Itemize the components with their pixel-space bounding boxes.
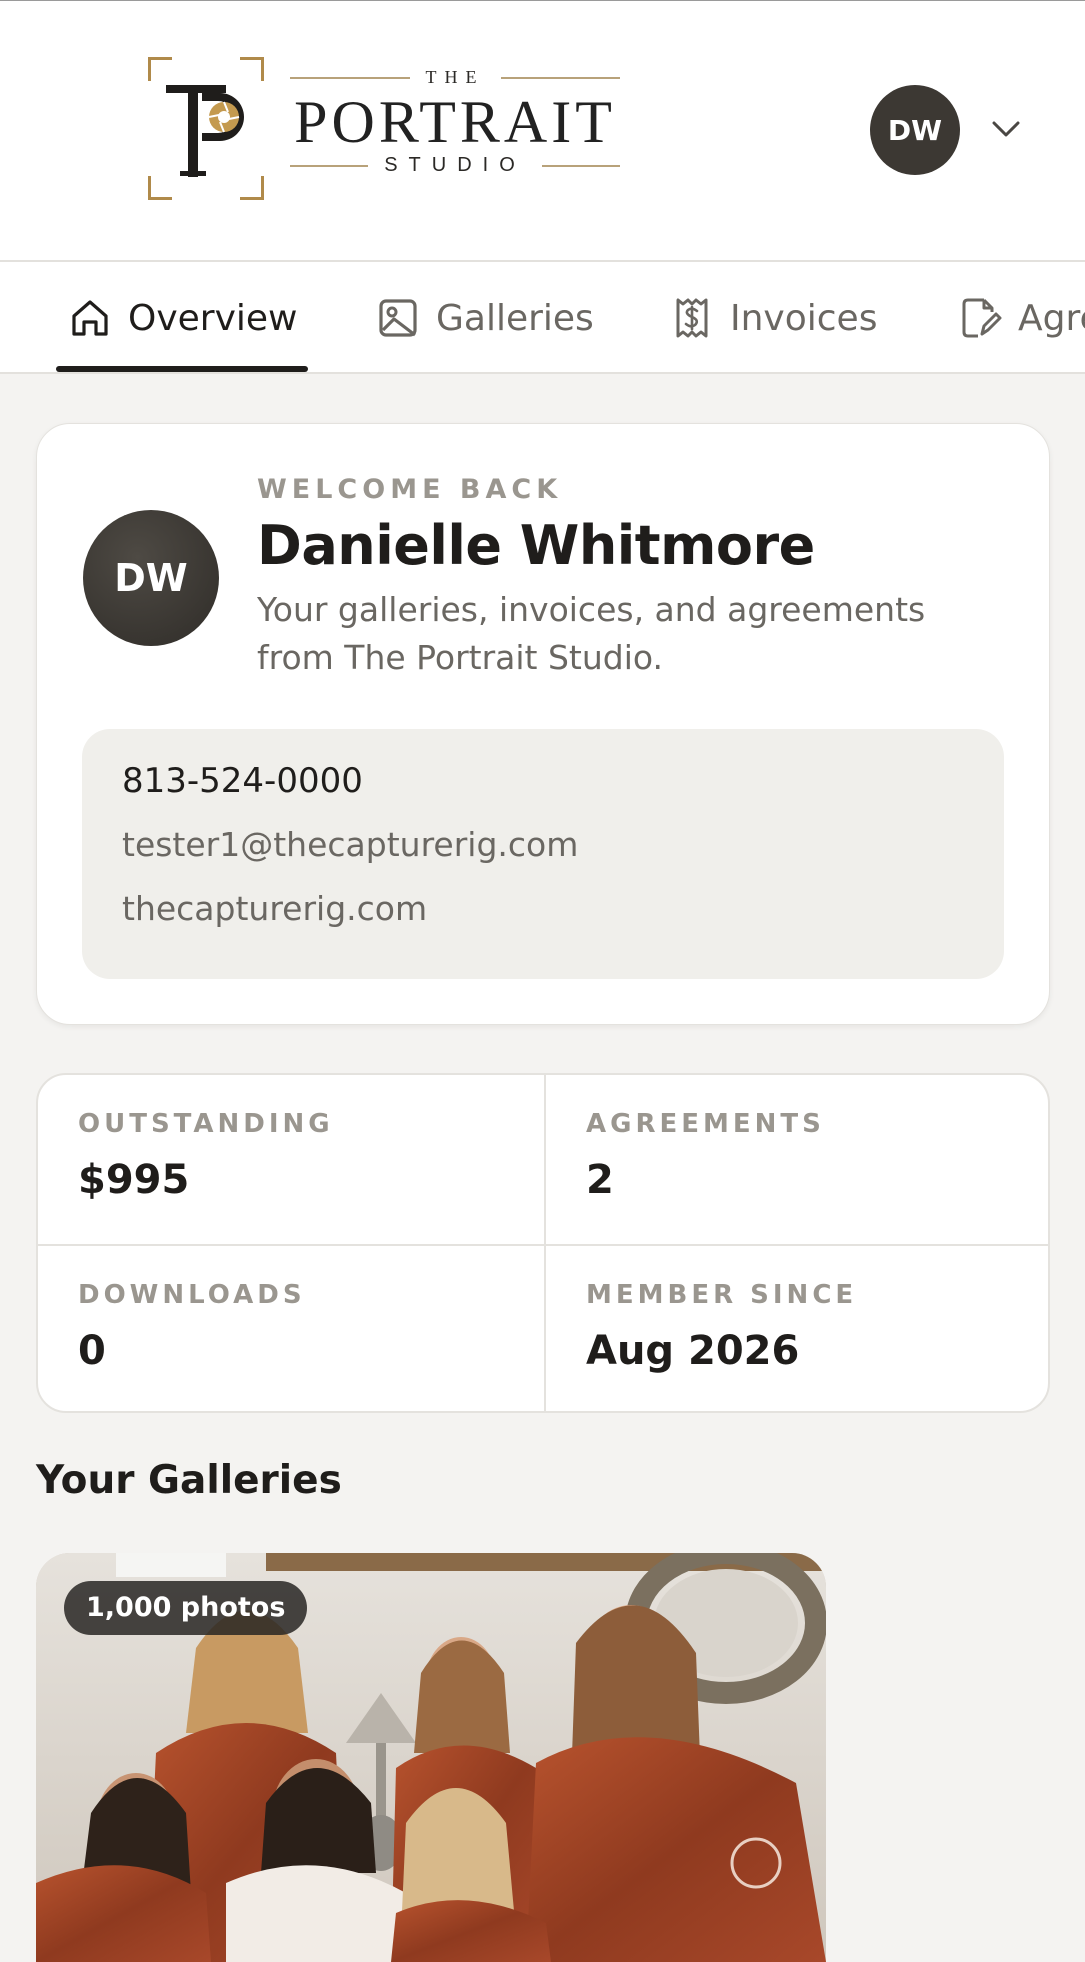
home-icon — [72, 300, 108, 336]
studio-email-link[interactable]: tester1@thecapturerig.com — [122, 825, 964, 889]
tab-agreements[interactable]: Agre — [958, 262, 1085, 372]
tab-galleries[interactable]: Galleries — [376, 262, 594, 372]
stat-label: DOWNLOADS — [78, 1280, 306, 1310]
stat-agreements: AGREEMENTS 2 — [546, 1075, 1048, 1244]
studio-logo[interactable]: THE PORTRAIT STUDIO — [148, 57, 620, 203]
tab-overview[interactable]: Overview — [68, 262, 298, 372]
client-name: Danielle Whitmore — [257, 514, 815, 577]
user-avatar-button[interactable]: DW — [870, 85, 960, 175]
tab-bar: Overview Galleries Invoices Agre — [0, 262, 1085, 374]
stats-grid: OUTSTANDING $995 AGREEMENTS 2 DOWNLOADS … — [36, 1073, 1050, 1413]
stat-member-since: MEMBER SINCE Aug 2026 — [546, 1246, 1048, 1411]
stat-label: AGREEMENTS — [586, 1109, 825, 1139]
logo-wordmark: THE PORTRAIT STUDIO — [290, 67, 620, 197]
welcome-subtitle: Your galleries, invoices, and agreements… — [257, 590, 926, 677]
stats-divider — [38, 1244, 1048, 1246]
stat-outstanding: OUTSTANDING $995 — [38, 1075, 544, 1244]
welcome-card: DW WELCOME BACK Danielle Whitmore Your g… — [36, 423, 1050, 1025]
stat-value: $995 — [78, 1157, 190, 1203]
tab-invoices[interactable]: Invoices — [670, 262, 878, 372]
logo-portrait-text: PORTRAIT — [294, 89, 616, 155]
logo-studio-text: STUDIO — [384, 154, 526, 176]
tab-invoices-label: Invoices — [730, 297, 878, 339]
logo-monogram-icon — [166, 85, 244, 177]
stat-value: 2 — [586, 1157, 614, 1203]
gallery-card[interactable]: 1,000 photos — [36, 1553, 826, 1962]
welcome-eyebrow: WELCOME BACK — [257, 474, 563, 505]
image-icon — [379, 299, 417, 337]
studio-website-link[interactable]: thecapturerig.com — [122, 889, 964, 953]
galleries-section-title: Your Galleries — [36, 1458, 342, 1503]
client-avatar: DW — [83, 510, 219, 646]
tab-galleries-label: Galleries — [436, 297, 594, 339]
stat-label: OUTSTANDING — [78, 1109, 334, 1139]
tab-overview-label: Overview — [128, 297, 298, 339]
receipt-dollar-icon — [676, 298, 708, 338]
photo-count-badge: 1,000 photos — [64, 1581, 308, 1635]
active-tab-indicator — [56, 366, 308, 372]
stat-label: MEMBER SINCE — [586, 1280, 858, 1310]
studio-phone-link[interactable]: 813-524-0000 — [122, 761, 964, 825]
app-header: THE PORTRAIT STUDIO DW — [0, 0, 1085, 262]
document-edit-icon — [962, 298, 1002, 338]
stat-value: Aug 2026 — [586, 1328, 800, 1374]
tab-agreements-label: Agre — [1018, 297, 1085, 339]
studio-contact-box: 813-524-0000 tester1@thecapturerig.com t… — [82, 729, 1004, 979]
chevron-down-icon[interactable] — [990, 117, 1022, 141]
stat-downloads: DOWNLOADS 0 — [38, 1246, 544, 1411]
stat-value: 0 — [78, 1328, 106, 1374]
logo-the-text: THE — [425, 67, 485, 87]
